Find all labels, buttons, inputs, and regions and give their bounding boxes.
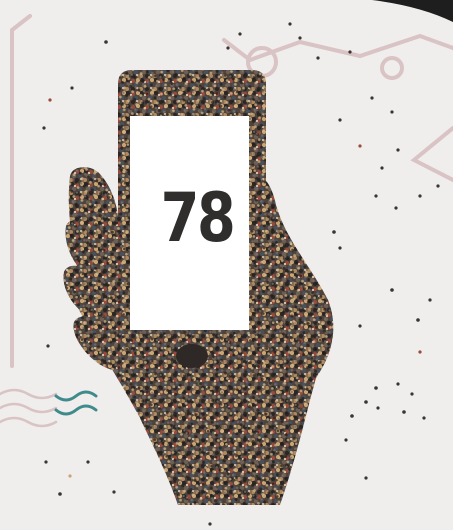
circle-icon-small bbox=[380, 56, 404, 80]
page-number: 78 bbox=[160, 178, 236, 258]
bracket-shape-left bbox=[10, 14, 32, 368]
triangle-icon bbox=[410, 126, 453, 182]
wave-icon-faint bbox=[0, 388, 58, 428]
wave-icon bbox=[54, 390, 98, 416]
phone-home-button bbox=[176, 344, 208, 368]
corner-shape bbox=[372, 0, 453, 22]
